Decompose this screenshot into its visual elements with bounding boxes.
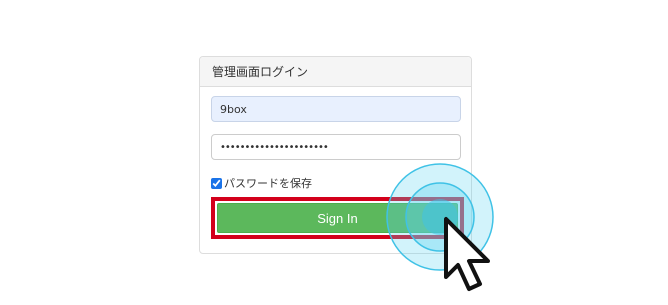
login-panel: 管理画面ログイン パスワードを保存 Sign In: [199, 56, 472, 254]
username-input[interactable]: [211, 96, 461, 122]
signin-highlight-frame: Sign In: [211, 197, 464, 239]
signin-button[interactable]: Sign In: [217, 203, 458, 233]
password-input[interactable]: [211, 134, 461, 160]
remember-password[interactable]: パスワードを保存: [211, 175, 312, 191]
panel-title: 管理画面ログイン: [200, 57, 471, 87]
remember-checkbox[interactable]: [211, 177, 222, 189]
remember-label: パスワードを保存: [224, 177, 312, 190]
